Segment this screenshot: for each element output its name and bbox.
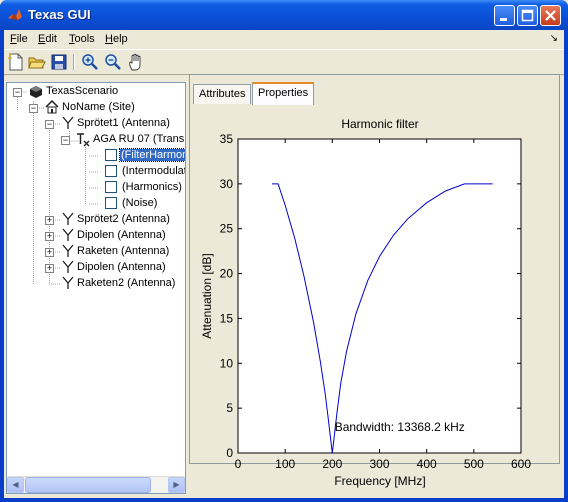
x-tick-label: 500	[464, 457, 484, 471]
y-tick-label: 15	[220, 311, 234, 325]
x-tick-label: 600	[511, 457, 531, 471]
y-tick-label: 10	[220, 356, 234, 370]
x-tick-label: 300	[369, 457, 389, 471]
chart-title: Harmonic filter	[341, 117, 418, 131]
bandwidth-annotation: Bandwidth: 13368.2 kHz	[335, 420, 465, 434]
y-tick-label: 0	[226, 446, 233, 460]
x-tick-label: 100	[275, 457, 295, 471]
x-tick-label: 200	[322, 457, 342, 471]
y-tick-label: 35	[220, 132, 234, 146]
y-tick-label: 25	[220, 222, 234, 236]
x-tick-label: 400	[417, 457, 437, 471]
y-axis-label: Attenuation [dB]	[200, 253, 214, 338]
y-tick-label: 30	[220, 177, 234, 191]
y-tick-label: 20	[220, 267, 234, 281]
harmonic-filter-chart: Harmonic filter Frequency [MHz] Attenuat…	[200, 117, 531, 488]
x-axis-label: Frequency [MHz]	[334, 474, 425, 488]
plot-area	[237, 138, 522, 454]
x-tick-label: 0	[235, 457, 242, 471]
y-tick-label: 5	[226, 401, 233, 415]
